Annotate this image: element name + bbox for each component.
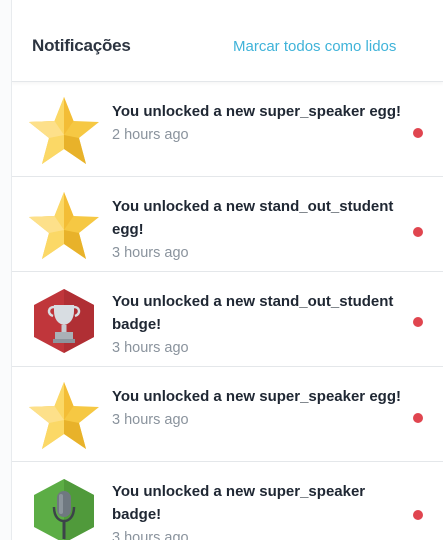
notification-title: You unlocked a new super_speaker egg!: [112, 103, 401, 120]
notification-time: 3 hours ago: [112, 530, 189, 540]
notifications-title: Notificações: [32, 36, 131, 55]
notification-item[interactable]: You unlocked a new stand_out_student bad…: [12, 272, 443, 367]
notification-item[interactable]: You unlocked a new super_speaker badge! …: [12, 462, 443, 540]
notification-title: You unlocked a new stand_out_student bad…: [112, 293, 394, 333]
notification-title: You unlocked a new stand_out_student egg…: [112, 198, 394, 238]
notification-item[interactable]: You unlocked a new super_speaker egg! 2 …: [12, 82, 443, 177]
notification-item[interactable]: You unlocked a new super_speaker egg! 3 …: [12, 367, 443, 462]
unread-indicator: [413, 128, 423, 138]
star-icon: [26, 380, 102, 452]
background-edge: [0, 0, 12, 540]
notification-item[interactable]: You unlocked a new stand_out_student egg…: [12, 177, 443, 272]
microphone-badge-icon: [26, 475, 102, 540]
unread-indicator: [413, 510, 423, 520]
notification-title: You unlocked a new super_speaker egg!: [112, 388, 401, 405]
notification-time: 3 hours ago: [112, 412, 189, 428]
notifications-list: You unlocked a new super_speaker egg! 2 …: [12, 82, 443, 540]
unread-indicator: [413, 227, 423, 237]
notification-time: 3 hours ago: [112, 340, 189, 356]
notification-time: 3 hours ago: [112, 245, 189, 261]
unread-indicator: [413, 413, 423, 423]
notification-title: You unlocked a new super_speaker badge!: [112, 483, 366, 523]
notification-time: 2 hours ago: [112, 127, 189, 143]
notifications-panel: Notificações Marcar todos como lidos You…: [12, 0, 443, 540]
trophy-badge-icon: [26, 285, 102, 357]
star-icon: [26, 95, 102, 167]
unread-indicator: [413, 317, 423, 327]
star-icon: [26, 190, 102, 262]
notifications-header: Notificações Marcar todos como lidos: [12, 0, 443, 82]
mark-all-read-link[interactable]: Marcar todos como lidos: [233, 38, 396, 55]
